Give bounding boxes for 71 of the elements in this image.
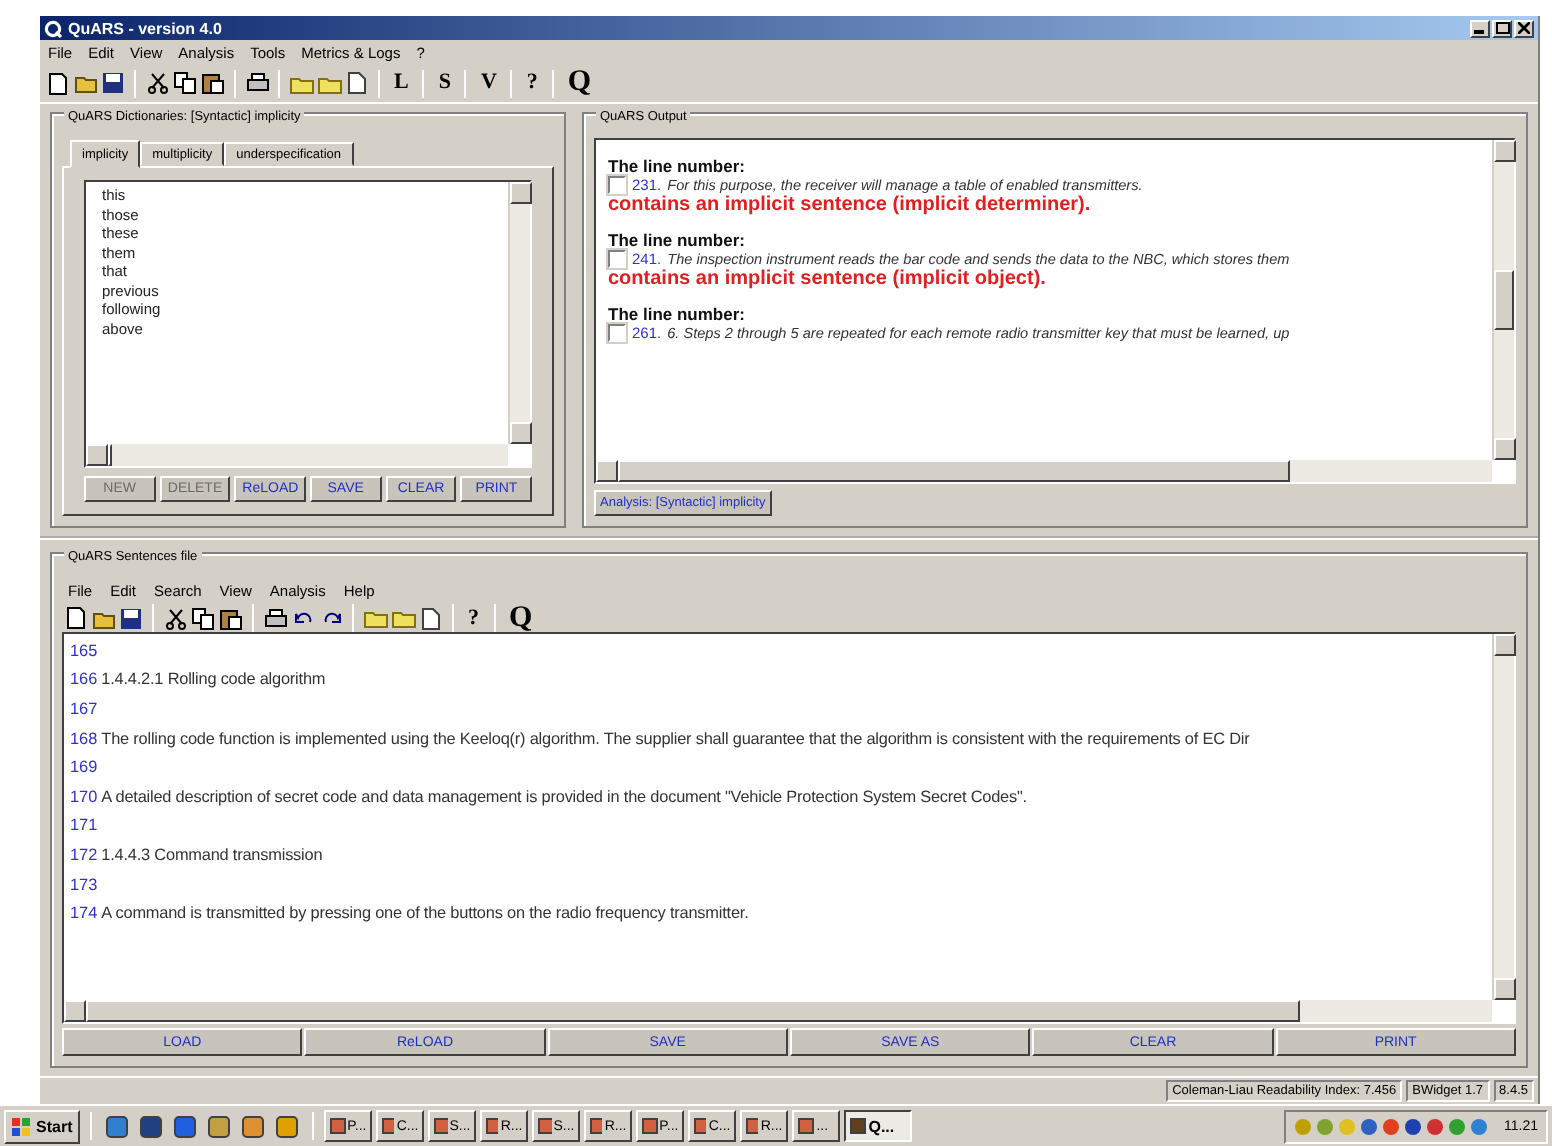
toolbar-button[interactable]: L <box>388 72 415 94</box>
app-icon[interactable] <box>486 1118 499 1134</box>
horizontal-scrollbar[interactable] <box>64 1000 1492 1022</box>
start-button[interactable]: Start <box>4 1109 81 1143</box>
app-icon[interactable] <box>276 1115 299 1137</box>
window-title: QuARS - version 4.0 <box>68 19 222 37</box>
checkbox[interactable] <box>608 250 626 268</box>
line-number: 170 <box>70 787 98 806</box>
app-icon[interactable] <box>140 1115 163 1137</box>
app-icon[interactable] <box>242 1115 265 1137</box>
copy-icon[interactable] <box>172 69 198 97</box>
toolbar-button[interactable]: V <box>474 72 503 94</box>
checkbox[interactable] <box>608 176 626 194</box>
app-icon[interactable] <box>746 1118 759 1134</box>
app-icon[interactable] <box>208 1115 231 1137</box>
checkbox[interactable] <box>608 324 626 342</box>
entry-heading: The line number: <box>608 156 747 176</box>
app-icon[interactable] <box>850 1118 867 1134</box>
new-file-icon[interactable] <box>62 604 88 632</box>
app-icon[interactable] <box>174 1115 197 1137</box>
entry-heading: The line number: <box>608 304 747 324</box>
paste-icon[interactable] <box>218 604 244 632</box>
warning-text: contains an implicit sentence (implicit determiner). <box>608 194 1093 216</box>
printer-icon[interactable] <box>244 69 270 97</box>
close-button[interactable] <box>1514 19 1534 37</box>
app-icon[interactable] <box>590 1118 603 1134</box>
task-button[interactable]: Q... <box>844 1110 913 1142</box>
line-number: 166 <box>70 670 98 689</box>
line-number: 173 <box>70 875 98 894</box>
save-icon[interactable] <box>118 604 144 632</box>
horizontal-scrollbar[interactable] <box>596 460 1492 482</box>
horizontal-scrollbar[interactable] <box>86 444 508 466</box>
vertical-scrollbar[interactable] <box>508 182 530 444</box>
toolbar-button[interactable]: Q <box>503 603 539 633</box>
toolbar-button[interactable]: ? <box>520 72 544 94</box>
flag-icon[interactable] <box>12 1117 32 1135</box>
save-icon[interactable] <box>100 69 126 97</box>
app-logo-icon <box>44 19 62 37</box>
line-number: 172 <box>70 845 98 864</box>
app-icon[interactable] <box>106 1115 129 1137</box>
page-icon[interactable] <box>344 69 370 97</box>
vertical-scrollbar[interactable] <box>1492 634 1514 1000</box>
line-text: 1.4.4.3 Command transmission <box>101 845 323 864</box>
warning-text: contains an implicit sentence (implicit object). <box>608 268 1048 290</box>
line-number: 171 <box>70 816 98 835</box>
line-number: 169 <box>70 758 98 777</box>
scissors-icon[interactable] <box>144 69 170 97</box>
line-text: 1.4.4.2.1 Rolling code algorithm <box>101 670 326 689</box>
page-icon[interactable] <box>418 604 444 632</box>
close-icon[interactable] <box>1518 22 1530 34</box>
app-icon[interactable] <box>798 1118 815 1134</box>
line-text: The rolling code function is implemented using the Keeloq(r) algorithm. The supplier shall guarantee that the algorithm is consistent with the requirements of EC Dir <box>101 729 1250 748</box>
printer-icon[interactable] <box>262 604 288 632</box>
line-number: 167 <box>70 699 98 718</box>
new-file-icon[interactable] <box>44 69 70 97</box>
app-icon[interactable] <box>694 1118 707 1134</box>
line-text: A command is transmitted by pressing one of the buttons on the radio frequency transmitter. <box>101 904 749 923</box>
scissors-icon[interactable] <box>162 604 188 632</box>
line-number: 165 <box>70 641 98 660</box>
app-icon[interactable] <box>382 1118 395 1134</box>
toolbar-button[interactable]: ? <box>462 607 485 629</box>
entry-heading: The line number: <box>608 230 747 250</box>
line-number: 174 <box>70 904 98 923</box>
vertical-scrollbar[interactable] <box>1492 140 1514 460</box>
toolbar-button[interactable]: Q <box>561 68 598 98</box>
line-number: 168 <box>70 729 98 748</box>
toolbar-button[interactable]: S <box>432 72 457 94</box>
paste-icon[interactable] <box>200 69 226 97</box>
line-text: A detailed description of secret code and data management is provided in the document "Vehicle Protection System Secret Codes". <box>101 787 1027 806</box>
copy-icon[interactable] <box>190 604 216 632</box>
minimize-button[interactable] <box>1470 19 1490 37</box>
